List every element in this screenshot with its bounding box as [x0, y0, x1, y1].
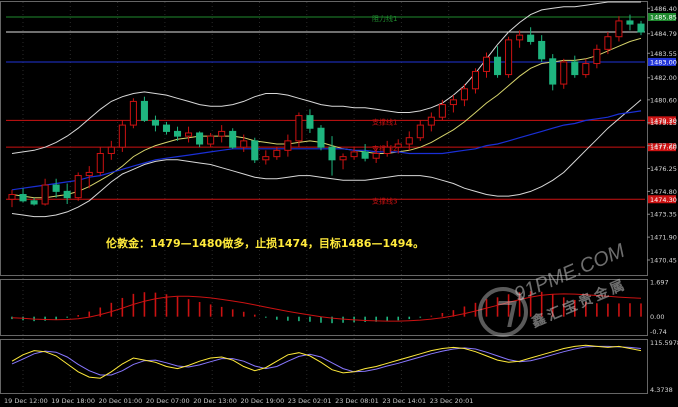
candle-body	[460, 88, 468, 101]
resistance-price-tag-text: 1485.85	[650, 13, 677, 21]
candle-body	[560, 61, 568, 85]
price-y-tick-label: 1479.15	[650, 119, 677, 127]
candle-body	[361, 151, 369, 159]
candle-body	[527, 34, 535, 42]
candle-body	[207, 135, 215, 145]
candle-body	[107, 146, 115, 154]
x-tick-label: 23 Dec 20:01	[430, 397, 474, 405]
candle-body	[383, 146, 391, 154]
price-y-tick-label: 1483.55	[650, 50, 677, 58]
candle-body	[339, 156, 347, 161]
candle-body	[30, 200, 38, 205]
candle-body	[571, 61, 579, 76]
x-tick-label: 20 Dec 01:00	[99, 397, 143, 405]
price-y-tick-label: 1480.60	[650, 96, 677, 104]
price-y-tick-label: 1470.45	[650, 257, 677, 265]
price-y-tick-label: 1476.25	[650, 165, 677, 173]
stochastic-y-tick-label: 4.3738	[650, 386, 673, 394]
support-price-tag-text: 1474.30	[650, 196, 677, 204]
candle-body	[41, 184, 49, 205]
candle-body	[516, 34, 524, 41]
candle-body	[615, 20, 623, 38]
candle-body	[284, 140, 292, 151]
trade-annotation: 伦敦金：1479—1480做多，止损1474，目标1486—1494。	[106, 237, 425, 250]
candle-body	[262, 156, 270, 161]
candle-body	[626, 20, 634, 25]
candle-body	[593, 48, 601, 65]
current-price-tag-text: 1483.00	[650, 58, 677, 66]
candle-body	[295, 115, 303, 142]
candle-body	[405, 137, 413, 145]
candle-body	[416, 124, 424, 139]
candle-body	[582, 63, 590, 76]
price-y-tick-label: 1484.79	[650, 30, 677, 38]
x-tick-label: 23 Dec 02:01	[288, 397, 332, 405]
price-y-tick-label: 1477.70	[650, 142, 677, 150]
candle-body	[118, 124, 126, 148]
candle-body	[74, 175, 82, 199]
candle-body	[218, 130, 226, 137]
candle-body	[85, 171, 93, 177]
candle-body	[438, 104, 446, 118]
candle-body	[471, 70, 480, 90]
candle-body	[129, 100, 137, 126]
candle-body	[549, 58, 557, 85]
candle-body	[273, 149, 281, 158]
candle-body	[427, 116, 435, 126]
candle-body	[350, 151, 358, 158]
support-label: 支撑线3	[372, 196, 397, 205]
price-y-tick-label: 1471.90	[650, 234, 677, 242]
x-tick-label: 19 Dec 12:00	[4, 397, 48, 405]
candle-body	[538, 40, 546, 60]
x-tick-label: 20 Dec 13:00	[193, 397, 237, 405]
x-tick-label: 20 Dec 07:00	[146, 397, 190, 405]
candle-body	[185, 132, 193, 137]
candle-body	[240, 140, 248, 148]
candle-body	[449, 99, 457, 106]
candle-body	[372, 152, 380, 159]
candle-body	[494, 56, 502, 76]
x-tick-label: 20 Dec 19:00	[241, 397, 285, 405]
chart-canvas: 阻力线11485.851483.00支撑线11479.30支撑线21477.60…	[0, 0, 678, 407]
candle-body	[151, 119, 159, 126]
price-y-tick-label: 1486.40	[650, 5, 677, 13]
stochastic-y-tick-label: 115.5978	[650, 339, 678, 347]
candle-body	[328, 146, 336, 161]
candle-body	[505, 39, 513, 76]
candle-body	[482, 56, 491, 72]
macd-y-tick-label: 0.00	[650, 313, 664, 321]
candle-body	[52, 184, 60, 192]
x-tick-label: 23 Dec 14:01	[382, 397, 426, 405]
macd-y-tick-label: -0.74	[650, 328, 667, 336]
candle-body	[8, 194, 16, 200]
candle-body	[63, 190, 71, 199]
candle-body	[317, 127, 325, 148]
candle-body	[637, 23, 645, 33]
price-y-tick-label: 1474.80	[650, 188, 677, 196]
candle-body	[394, 143, 402, 148]
candle-body	[251, 140, 259, 161]
candle-body	[19, 194, 27, 202]
candle-body	[96, 152, 104, 173]
candle-body	[604, 36, 612, 50]
support-label: 支撑线1	[372, 117, 397, 126]
candle-body	[229, 130, 237, 148]
candle-body	[162, 124, 171, 132]
candle-body	[306, 115, 314, 129]
candle-body	[196, 132, 204, 145]
candle-body	[173, 130, 182, 137]
macd-y-tick-label: 1.697	[650, 279, 669, 287]
price-y-tick-label: 1482.00	[650, 74, 677, 82]
x-tick-label: 23 Dec 08:01	[335, 397, 379, 405]
price-y-tick-label: 1473.35	[650, 211, 677, 219]
resistance-label: 阻力线1	[372, 14, 397, 23]
x-tick-label: 19 Dec 18:00	[51, 397, 95, 405]
candle-body	[140, 100, 148, 121]
